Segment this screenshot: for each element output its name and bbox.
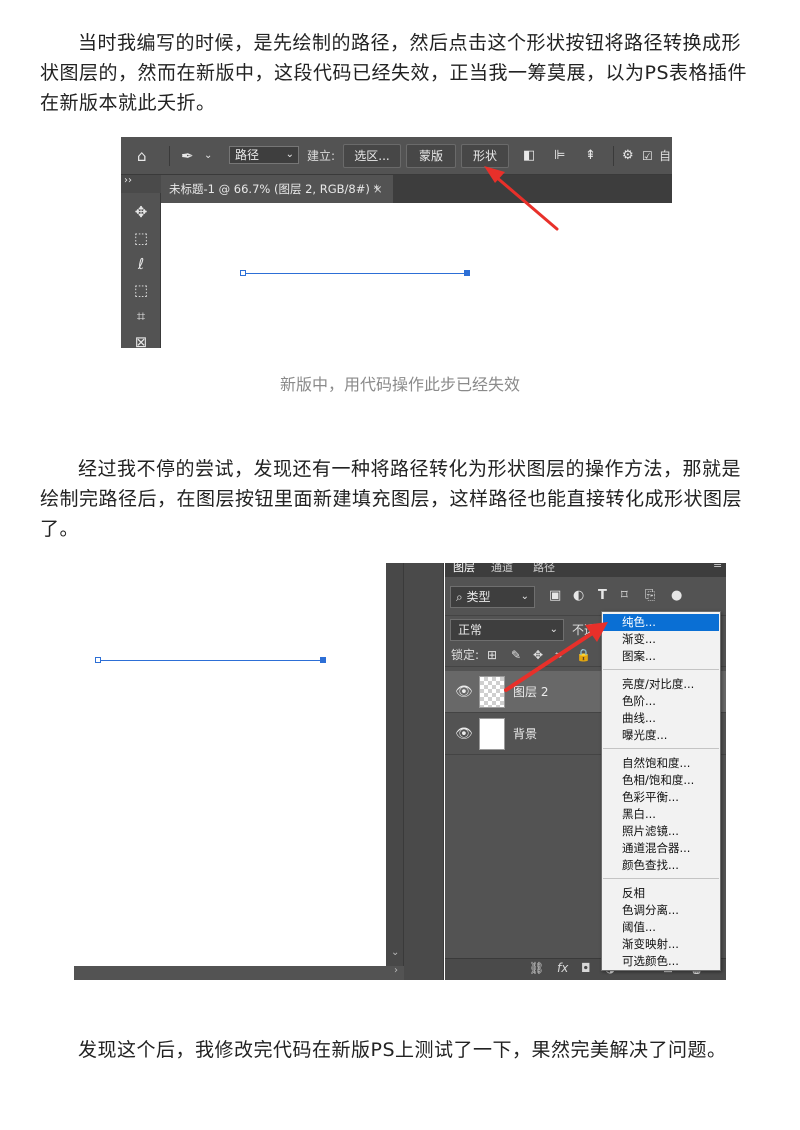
annotation-arrow-overlay-top	[504, 622, 608, 692]
red-arrow-to-solid-color-top	[504, 622, 608, 692]
paragraph-conclusion: 发现这个后，我修改完代码在新版PS上测试了一下，果然完美解决了问题。	[78, 1039, 727, 1061]
